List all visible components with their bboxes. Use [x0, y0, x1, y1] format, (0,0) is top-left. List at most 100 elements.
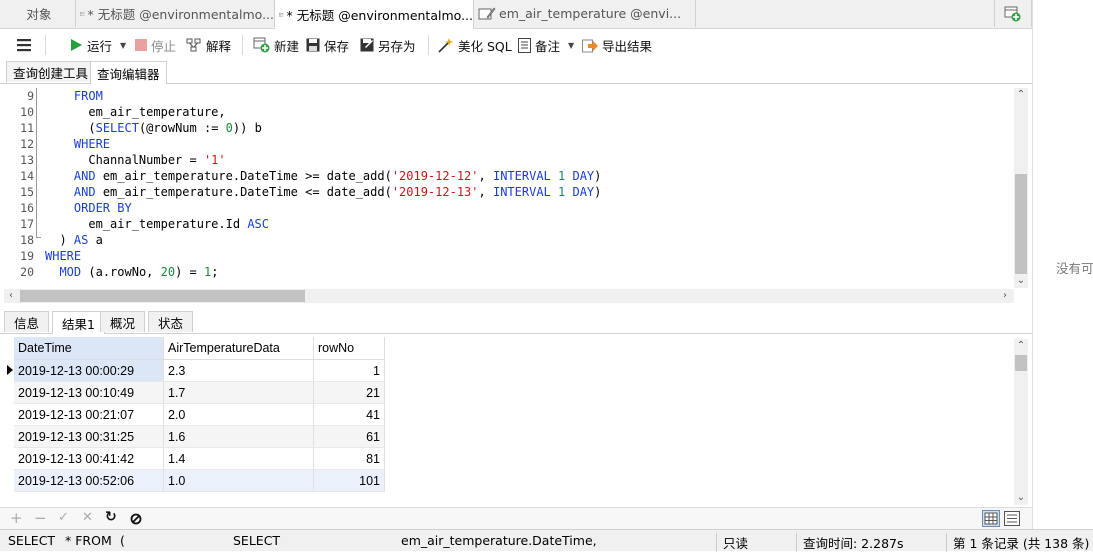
code-area[interactable]: FROM em_air_temperature, (SELECT(@rowNum… — [45, 88, 601, 280]
cell-airtemperaturedata[interactable]: 1.7 — [163, 381, 314, 404]
cell-rowno[interactable]: 81 — [313, 447, 385, 470]
cell-datetime[interactable]: 2019-12-13 00:10:49 — [14, 381, 164, 404]
table-row[interactable]: 2019-12-13 00:10:49 1.7 21 — [14, 381, 385, 404]
chevron-down-icon[interactable]: ▼ — [568, 41, 574, 50]
stop-query-icon[interactable] — [130, 513, 142, 525]
scrollbar-thumb[interactable] — [1015, 174, 1027, 274]
cell-datetime[interactable]: 2019-12-13 00:21:07 — [14, 403, 164, 426]
scroll-up-icon[interactable]: ⌃ — [1014, 339, 1028, 353]
grid-vertical-scrollbar[interactable]: ⌃ ⌄ — [1014, 339, 1028, 505]
table-row[interactable]: 2019-12-13 00:21:07 2.0 41 — [14, 403, 385, 426]
grid-view-icon[interactable] — [982, 510, 1000, 527]
save-as-button[interactable]: 另存为 — [360, 35, 416, 55]
tab-info[interactable]: 信息 — [4, 311, 50, 332]
code-line: AND em_air_temperature.DateTime <= date_… — [45, 184, 601, 200]
line-number: 11 — [20, 121, 34, 135]
scroll-up-icon[interactable]: ⌃ — [1014, 88, 1028, 102]
form-view-icon[interactable] — [1004, 511, 1020, 526]
chevron-down-icon[interactable]: ▼ — [120, 41, 126, 50]
refresh-icon[interactable]: ↻ — [105, 509, 117, 525]
tab-result-1[interactable]: 结果1 — [52, 311, 105, 334]
add-record-icon[interactable]: + — [10, 509, 23, 527]
status-bar: SELECT * FROM ( SELECT em_air_temperatur… — [0, 529, 1093, 552]
memo-button[interactable]: 备注 ▼ — [518, 35, 574, 55]
cell-airtemperaturedata[interactable]: 2.0 — [163, 403, 314, 426]
table-row[interactable]: 2019-12-13 00:41:42 1.4 81 — [14, 447, 385, 470]
editor-horizontal-scrollbar[interactable]: ‹ › — [4, 289, 1014, 303]
run-button[interactable]: 运行 ▼ — [70, 35, 126, 55]
tab-em-air-temperature[interactable]: em_air_temperature @envi... — [474, 0, 696, 27]
scroll-down-icon[interactable]: ⌄ — [1014, 274, 1028, 288]
scroll-left-icon[interactable]: ‹ — [4, 289, 18, 303]
sql-keyword: DAY — [572, 169, 595, 183]
cell-rowno[interactable]: 61 — [313, 425, 385, 448]
stop-button[interactable]: 停止 — [135, 35, 176, 55]
new-query-button[interactable]: 新建 — [253, 35, 299, 55]
export-icon — [582, 39, 598, 52]
sql-keyword: DAY — [572, 185, 595, 199]
code-line: em_air_temperature.Id ASC — [45, 216, 601, 232]
cell-datetime[interactable]: 2019-12-13 00:31:25 — [14, 425, 164, 448]
cell-datetime[interactable]: 2019-12-13 00:52:06 — [14, 469, 164, 492]
table-row[interactable]: 2019-12-13 00:52:06 1.0 101 — [14, 469, 385, 492]
magic-wand-icon — [438, 37, 453, 53]
tab-query-editor[interactable]: 查询编辑器 — [90, 61, 167, 84]
sql-text: ChannalNumber = — [88, 153, 204, 167]
table-row[interactable]: 2019-12-13 00:00:29 2.3 1 — [14, 359, 385, 382]
scrollbar-thumb[interactable] — [1015, 355, 1027, 371]
sql-string: '2019-12-12' — [391, 169, 479, 183]
cell-airtemperaturedata[interactable]: 1.0 — [163, 469, 314, 492]
menu-button[interactable] — [16, 35, 32, 55]
result-grid[interactable]: DateTime AirTemperatureData rowNo 2019-1… — [14, 337, 385, 492]
tab-query-builder[interactable]: 查询创建工具 — [6, 61, 96, 82]
query-table-icon — [80, 11, 85, 16]
grid-action-bar: + − ✓ ✕ ↻ — [0, 507, 1032, 530]
tab-untitled-query-2[interactable]: * 无标题 @environmentalmo... — [275, 0, 474, 29]
cell-rowno[interactable]: 21 — [313, 381, 385, 404]
save-button[interactable]: 保存 — [306, 35, 349, 55]
sql-text: em_air_temperature.DateTime <= date_add( — [95, 185, 392, 199]
line-number-gutter: 9 10 11 12 13 14 15 16 17 18 19 20 — [0, 88, 34, 280]
cell-airtemperaturedata[interactable]: 1.6 — [163, 425, 314, 448]
beautify-sql-button[interactable]: 美化 SQL — [437, 35, 512, 55]
column-header-airtemperaturedata[interactable]: AirTemperatureData — [163, 337, 314, 360]
scrollbar-thumb[interactable] — [20, 290, 305, 302]
sql-string: '1' — [203, 153, 226, 167]
new-query-icon — [253, 37, 270, 53]
sql-editor[interactable]: 9 10 11 12 13 14 15 16 17 18 19 20 FROM … — [0, 84, 1032, 288]
cell-datetime[interactable]: 2019-12-13 00:41:42 — [14, 447, 164, 470]
sql-text: em_air_temperature, — [88, 105, 226, 119]
explain-button[interactable]: 解释 — [186, 35, 231, 55]
discard-changes-icon[interactable]: ✕ — [82, 510, 93, 525]
sql-keyword: ASC — [247, 217, 269, 231]
code-line: em_air_temperature, — [45, 104, 601, 120]
explain-icon — [186, 38, 201, 51]
line-number: 13 — [20, 153, 34, 167]
cell-airtemperaturedata[interactable]: 1.4 — [163, 447, 314, 470]
table-row[interactable]: 2019-12-13 00:31:25 1.6 61 — [14, 425, 385, 448]
tab-untitled-query-1[interactable]: * 无标题 @environmentalmo... — [76, 0, 275, 27]
line-number: 16 — [20, 201, 34, 215]
scroll-down-icon[interactable]: ⌄ — [1014, 491, 1028, 505]
cell-rowno[interactable]: 101 — [313, 469, 385, 492]
query-toolbar: 运行 ▼ 停止 解释 新建 保存 另存为 美化 SQL 备注 ▼ 导出结果 — [0, 29, 1032, 59]
apply-changes-icon[interactable]: ✓ — [58, 510, 69, 525]
tab-status[interactable]: 状态 — [148, 311, 194, 332]
sql-text: , — [478, 169, 493, 183]
cell-airtemperaturedata[interactable]: 2.3 — [163, 359, 314, 382]
cell-rowno[interactable]: 41 — [313, 403, 385, 426]
editor-vertical-scrollbar[interactable]: ⌃ ⌄ — [1014, 88, 1028, 288]
delete-record-icon[interactable]: − — [34, 509, 47, 527]
tab-objects[interactable]: 对象 — [0, 0, 76, 27]
tab-overview[interactable]: 概况 — [100, 311, 146, 332]
cell-datetime[interactable]: 2019-12-13 00:00:29 — [14, 359, 164, 382]
export-results-button[interactable]: 导出结果 — [582, 35, 652, 55]
scroll-right-icon[interactable]: › — [998, 289, 1012, 303]
column-header-rowno[interactable]: rowNo — [313, 337, 385, 360]
cell-rowno[interactable]: 1 — [313, 359, 385, 382]
column-header-datetime[interactable]: DateTime — [14, 337, 164, 360]
sql-text: ) — [594, 185, 602, 199]
new-tab-button[interactable] — [994, 0, 1032, 27]
